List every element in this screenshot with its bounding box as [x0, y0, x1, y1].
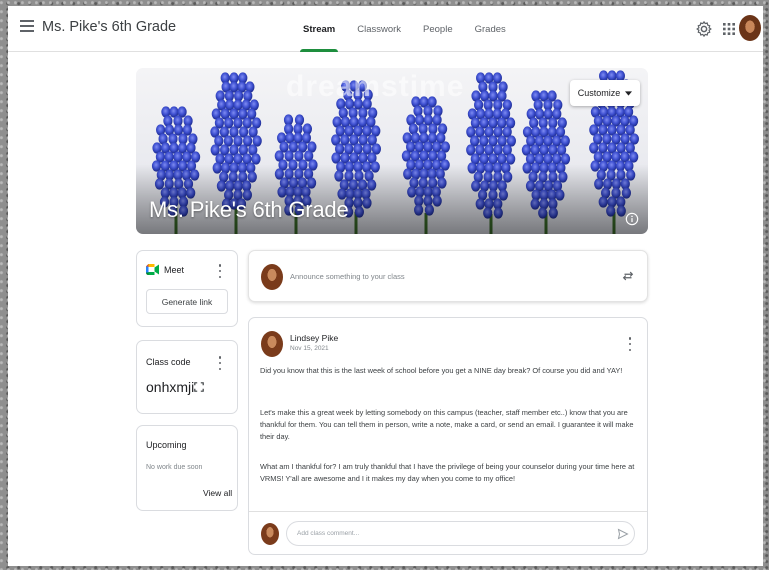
info-icon[interactable] — [625, 212, 639, 226]
gear-icon[interactable] — [695, 20, 713, 38]
no-work-text: No work due soon — [146, 464, 203, 471]
send-icon[interactable] — [617, 528, 629, 540]
hamburger-menu-icon[interactable] — [20, 20, 34, 32]
comment-placeholder[interactable]: Add class comment... — [297, 530, 359, 537]
class-code-card: Class code onhxmji — [136, 340, 238, 414]
class-code-label: Class code — [146, 357, 191, 367]
classroom-window: Ms. Pike's 6th Grade Stream Classwork Pe… — [8, 6, 763, 566]
watermark-text: dreamstime — [286, 70, 465, 103]
upcoming-label: Upcoming — [146, 440, 187, 450]
fullscreen-icon[interactable] — [194, 382, 204, 392]
meet-more-icon[interactable] — [217, 264, 223, 278]
tab-grades[interactable]: Grades — [464, 6, 517, 52]
meet-card: Meet Generate link — [136, 250, 238, 327]
user-avatar — [261, 264, 283, 290]
tab-bar: Stream Classwork People Grades — [292, 6, 517, 52]
post-author: Lindsey Pike — [290, 333, 339, 343]
apps-grid-icon[interactable] — [720, 20, 738, 38]
upcoming-card: Upcoming No work due soon View all — [136, 425, 238, 511]
dropdown-arrow-icon — [625, 90, 633, 96]
tab-stream[interactable]: Stream — [292, 6, 346, 52]
class-title[interactable]: Ms. Pike's 6th Grade — [42, 19, 176, 35]
tab-people[interactable]: People — [412, 6, 464, 52]
author-avatar — [261, 331, 283, 357]
repost-icon[interactable] — [621, 269, 635, 283]
class-code-more-icon[interactable] — [217, 356, 223, 370]
post-paragraph: Did you know that this is the last week … — [260, 366, 623, 375]
top-app-bar: Ms. Pike's 6th Grade Stream Classwork Pe… — [8, 6, 763, 52]
customize-label: Customize — [577, 88, 621, 98]
meet-label: Meet — [164, 265, 185, 275]
commenter-avatar — [261, 523, 279, 545]
announcement-post: Lindsey Pike Nov 15, 2021 Did you know t… — [248, 317, 648, 555]
google-meet-icon — [146, 264, 159, 275]
account-avatar[interactable] — [739, 15, 761, 41]
generate-link-button[interactable]: Generate link — [146, 289, 228, 314]
announce-card[interactable]: Announce something to your class — [248, 250, 648, 302]
customize-button[interactable]: Customize — [570, 80, 640, 106]
class-comment-field[interactable]: Add class comment... — [286, 521, 635, 546]
tab-classwork[interactable]: Classwork — [346, 6, 412, 52]
view-all-link[interactable]: View all — [203, 488, 232, 498]
post-paragraph: Let's make this a great week by letting … — [260, 408, 634, 441]
post-date: Nov 15, 2021 — [290, 345, 329, 352]
post-more-icon[interactable] — [627, 337, 633, 351]
post-paragraph: What am I thankful for? I am truly thank… — [260, 462, 635, 483]
post-divider — [249, 511, 647, 512]
class-banner: dreamstime Ms. Pike's 6th Grade Customiz… — [136, 68, 648, 234]
banner-class-title: Ms. Pike's 6th Grade — [149, 197, 349, 222]
class-code-value: onhxmji — [146, 379, 195, 395]
announce-input[interactable]: Announce something to your class — [290, 272, 405, 281]
